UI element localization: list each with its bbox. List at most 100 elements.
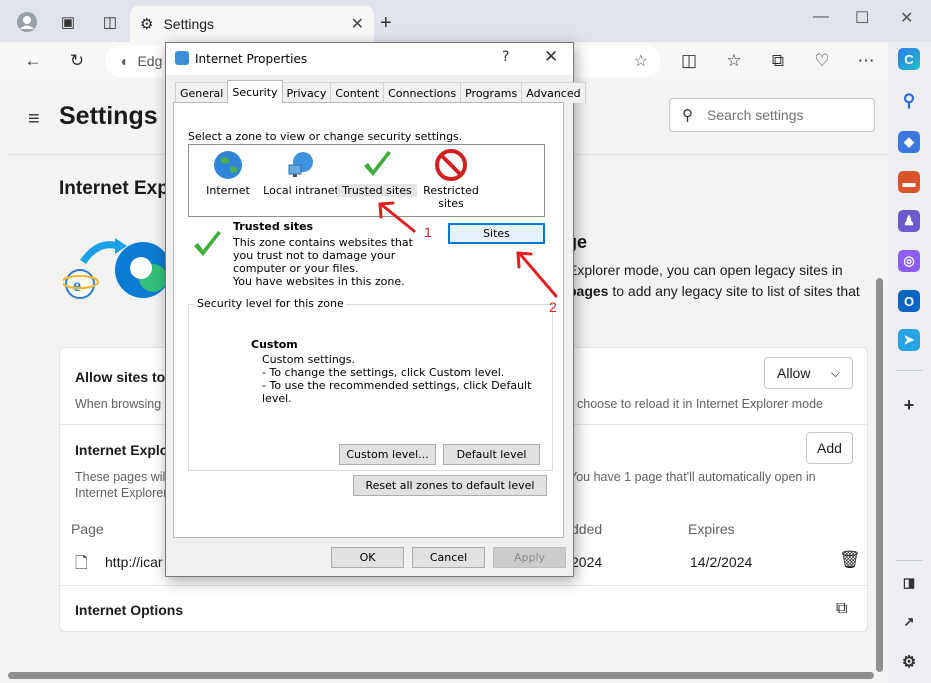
default-level-button[interactable]: Default level xyxy=(443,444,540,465)
add-page-button[interactable]: Add xyxy=(806,432,853,464)
zone-label: Internet xyxy=(206,184,250,197)
tab-connections[interactable]: Connections xyxy=(383,82,462,103)
help-icon[interactable]: ? xyxy=(502,49,509,65)
custom-title: Custom xyxy=(251,338,298,351)
sidebar-settings-icon[interactable]: ⚙ xyxy=(898,651,920,673)
hide-sidebar-icon[interactable]: ◨ xyxy=(898,572,920,594)
outlook-icon[interactable]: O xyxy=(898,290,920,312)
minimize-icon[interactable]: — xyxy=(813,8,829,26)
address-text: Edg xyxy=(137,53,163,69)
tools-icon[interactable]: ▬ xyxy=(898,171,920,193)
more-options-icon[interactable]: ⋯ xyxy=(855,50,877,72)
reset-all-zones-button[interactable]: Reset all zones to default level xyxy=(353,475,547,496)
collections-icon[interactable]: ⧉ xyxy=(767,50,789,72)
tab-general[interactable]: General xyxy=(175,82,229,103)
zone-hint: Select a zone to view or change security… xyxy=(188,130,463,143)
tab-security[interactable]: Security xyxy=(227,80,283,103)
card-divider xyxy=(60,585,867,586)
refresh-icon[interactable]: ↻ xyxy=(66,50,88,72)
games-icon[interactable]: ♟ xyxy=(898,210,920,232)
tab-settings[interactable]: ⚙ Settings ✕ xyxy=(130,6,374,42)
hero-line-2-bold[interactable]: pages xyxy=(568,283,608,299)
annotation-label-2: 2 xyxy=(549,299,557,315)
favorite-star-icon[interactable]: ☆ xyxy=(634,51,648,71)
external-link-icon[interactable]: ⧉ xyxy=(836,600,847,618)
sidebar-divider xyxy=(896,370,923,371)
back-icon[interactable]: ← xyxy=(22,50,44,72)
custom-line: - To change the settings, click Custom l… xyxy=(262,366,505,379)
split-screen-icon[interactable]: ◫ xyxy=(678,50,700,72)
hero-line-1: Explorer mode, you can open legacy sites… xyxy=(568,262,843,278)
microsoft365-icon[interactable]: ◎ xyxy=(898,250,920,272)
tab-content[interactable]: Content xyxy=(330,82,385,103)
shopping-icon[interactable]: ◆ xyxy=(898,131,920,153)
sites-button[interactable]: Sites xyxy=(448,223,545,244)
allow-sites-sub-left: When browsing i xyxy=(75,397,168,411)
hero-description: Explorer mode, you can open legacy sites… xyxy=(568,260,868,302)
copilot-icon[interactable]: C xyxy=(898,48,920,70)
send-icon[interactable]: ➤ xyxy=(898,329,920,351)
tab-advanced[interactable]: Advanced xyxy=(521,82,586,103)
vertical-scrollbar[interactable] xyxy=(876,278,883,672)
delete-icon[interactable]: 🗑 xyxy=(839,550,861,570)
menu-icon[interactable]: ≡ xyxy=(28,108,40,131)
dialog-title: Internet Properties xyxy=(195,52,308,66)
sidebar-divider xyxy=(896,560,923,561)
ie-pages-sub-left-2: Internet Explorer xyxy=(75,486,168,500)
column-expires: Expires xyxy=(688,521,735,537)
search-icon: ⚲ xyxy=(682,107,693,124)
zone-internet[interactable]: Internet xyxy=(188,149,268,197)
zone-trusted-sites[interactable]: Trusted sites xyxy=(337,149,417,197)
tab-title: Settings xyxy=(163,16,215,32)
zone-label: Trusted sites xyxy=(337,184,417,197)
ok-button[interactable]: OK xyxy=(331,547,404,568)
chevron-down-icon: ⌵ xyxy=(830,365,840,380)
tab-actions-icon[interactable]: ◫ xyxy=(99,11,121,33)
search-placeholder: Search settings xyxy=(707,107,804,123)
zone-have-sites: You have websites in this zone. xyxy=(233,275,405,288)
window-close-icon[interactable]: ✕ xyxy=(900,8,913,28)
hero-line-2-rest: to add any legacy site to list of sites … xyxy=(608,283,860,299)
zone-label: Local intranet xyxy=(263,184,339,197)
row-url: http://icar xyxy=(105,554,163,570)
allow-dropdown-value: Allow xyxy=(777,365,811,381)
zone-description: This zone contains websites that you tru… xyxy=(233,236,413,275)
row-expires: 14/2/2024 xyxy=(690,554,753,570)
horizontal-scrollbar[interactable] xyxy=(8,672,874,679)
security-level-group: Security level for this zone Custom Cust… xyxy=(188,297,553,471)
page-file-icon: 🗋 xyxy=(75,555,88,572)
security-level-legend: Security level for this zone xyxy=(195,297,346,310)
dialog-close-icon[interactable]: ✕ xyxy=(544,47,558,67)
zone-list: Internet Local intranet Trusted sites Re… xyxy=(188,144,545,217)
checkmark-icon xyxy=(191,229,223,264)
ie-pages-sub-right: You have 1 page that'll automatically op… xyxy=(569,470,816,484)
apply-button[interactable]: Apply xyxy=(493,547,566,568)
custom-level-button[interactable]: Custom level... xyxy=(339,444,436,465)
ie-edge-logo: e xyxy=(61,232,173,312)
tab-privacy[interactable]: Privacy xyxy=(281,82,332,103)
tab-programs[interactable]: Programs xyxy=(460,82,523,103)
browser-essentials-icon[interactable]: ♡ xyxy=(811,50,833,72)
profile-icon[interactable] xyxy=(16,11,38,33)
cancel-button[interactable]: Cancel xyxy=(412,547,485,568)
edge-sidebar: C ⚲ ◆ ▬ ♟ ◎ O ➤ + ◨ ↗ ⚙ xyxy=(888,42,931,683)
maximize-icon[interactable]: ☐ xyxy=(855,8,869,28)
external-link-icon[interactable]: ↗ xyxy=(898,611,920,633)
hero-line-2: pages to add any legacy site to list of … xyxy=(568,281,868,302)
zone-local-intranet[interactable]: Local intranet xyxy=(261,149,341,197)
workspaces-icon[interactable]: ▣ xyxy=(57,11,79,33)
new-tab-icon[interactable]: + xyxy=(380,12,392,35)
ie-pages-sub-left-1: These pages will xyxy=(75,470,169,484)
add-sidebar-icon[interactable]: + xyxy=(898,394,920,416)
internet-properties-icon xyxy=(175,51,189,65)
internet-options-link[interactable]: Internet Options xyxy=(75,602,183,618)
zone-restricted-sites[interactable]: Restricted sites xyxy=(411,149,491,210)
allow-dropdown[interactable]: Allow ⌵ xyxy=(764,357,853,389)
close-tab-icon[interactable]: ✕ xyxy=(351,14,364,34)
no-entry-icon xyxy=(435,149,467,181)
search-settings-input[interactable]: ⚲ Search settings xyxy=(669,98,875,132)
section-title: Internet Exp xyxy=(59,178,169,199)
favorites-icon[interactable]: ☆ xyxy=(723,50,745,72)
custom-description: Custom settings. - To change the setting… xyxy=(262,353,552,405)
search-icon[interactable]: ⚲ xyxy=(898,90,920,112)
